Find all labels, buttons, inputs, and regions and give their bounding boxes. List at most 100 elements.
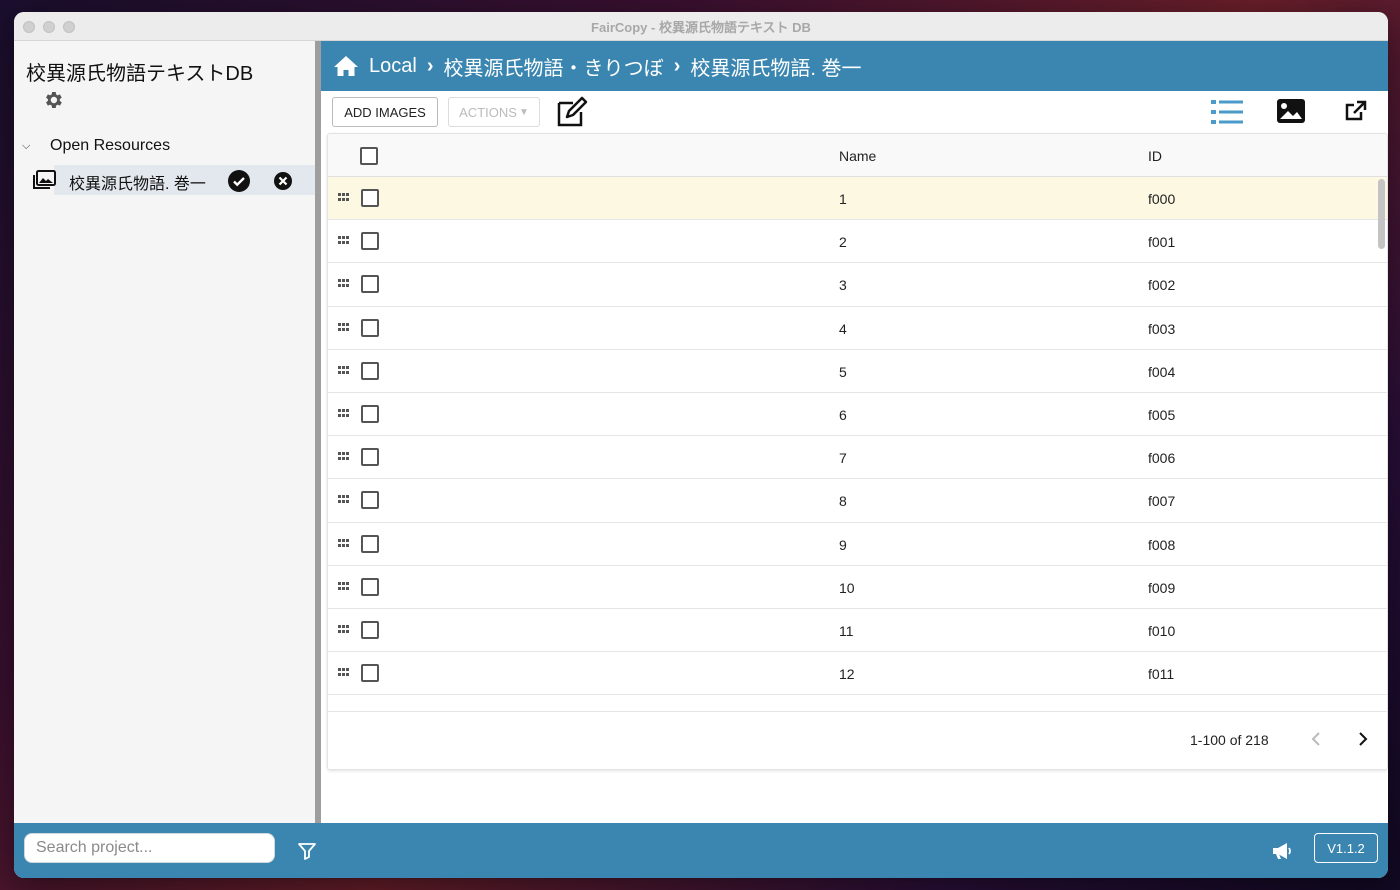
- row-checkbox[interactable]: [361, 189, 379, 207]
- row-name: 3: [839, 277, 847, 294]
- row-name: 2: [839, 234, 847, 251]
- image-view-icon[interactable]: [1276, 98, 1306, 124]
- row-checkbox[interactable]: [361, 232, 379, 251]
- main-panel: Local › 校異源氏物語・きりつぼ › 校異源氏物語. 巻一 ADD IMA…: [321, 41, 1388, 823]
- drag-handle-icon[interactable]: [338, 495, 349, 504]
- row-checkbox[interactable]: [361, 361, 379, 380]
- row-checkbox[interactable]: [361, 318, 379, 337]
- actions-label: ACTIONS: [459, 104, 517, 120]
- caret-down-icon: ▼: [518, 106, 529, 118]
- row-id: f011: [1148, 666, 1175, 683]
- table-row[interactable]: 3 f002: [328, 263, 1387, 307]
- drag-handle-icon[interactable]: [338, 452, 349, 461]
- chevron-left-icon[interactable]: [1306, 728, 1326, 750]
- row-checkbox[interactable]: [361, 534, 379, 553]
- breadcrumb-item[interactable]: Local: [369, 55, 417, 78]
- drag-handle-icon[interactable]: [338, 624, 349, 633]
- table-row[interactable]: 2 f001: [328, 220, 1387, 264]
- row-id: f005: [1148, 406, 1176, 423]
- edit-icon[interactable]: [555, 95, 589, 129]
- table-row[interactable]: 4 f003: [328, 307, 1387, 350]
- drag-handle-icon[interactable]: [338, 365, 349, 374]
- project-title: 校異源氏物語テキストDB: [26, 63, 254, 85]
- row-name: 11: [839, 622, 854, 639]
- close-icon[interactable]: [273, 171, 293, 191]
- row-name: 9: [839, 536, 847, 553]
- row-id: f003: [1148, 320, 1176, 337]
- drag-handle-icon[interactable]: [338, 322, 349, 331]
- gear-icon[interactable]: [42, 89, 64, 111]
- drag-handle-icon[interactable]: [338, 668, 349, 677]
- pagination: 1-100 of 218: [328, 711, 1387, 769]
- filter-icon[interactable]: [297, 841, 317, 861]
- row-checkbox[interactable]: [361, 491, 379, 510]
- column-header-id[interactable]: ID: [1148, 148, 1162, 164]
- row-checkbox[interactable]: [361, 275, 379, 294]
- row-name: 10: [839, 579, 855, 596]
- select-all-checkbox[interactable]: [360, 147, 378, 165]
- row-name: 4: [839, 320, 847, 337]
- toolbar: ADD IMAGES ACTIONS ▼: [321, 91, 1388, 133]
- table-scrollbar[interactable]: [1378, 179, 1385, 249]
- resource-item[interactable]: 校異源氏物語. 巻一: [14, 165, 315, 195]
- window-title: FairCopy - 校異源氏物語テキスト DB: [591, 19, 811, 35]
- sidebar: 校異源氏物語テキストDB ⌵ Open Resources 校異源氏物語. 巻一: [14, 41, 315, 823]
- row-checkbox[interactable]: [361, 577, 379, 596]
- actions-dropdown[interactable]: ACTIONS ▼: [448, 97, 540, 127]
- row-id: f004: [1148, 363, 1176, 380]
- version-button[interactable]: V1.1.2: [1314, 833, 1378, 863]
- drag-handle-icon[interactable]: [338, 408, 349, 417]
- row-name: 7: [839, 450, 847, 467]
- table-body: 1 f000 2 f001 3 f002 4 f003 5 f004 6 f00…: [328, 177, 1387, 712]
- row-checkbox[interactable]: [361, 448, 379, 467]
- row-id: f001: [1148, 234, 1176, 251]
- external-link-icon[interactable]: [1345, 100, 1367, 122]
- table-row[interactable]: 11 f010: [328, 609, 1387, 653]
- zoom-window-button[interactable]: [63, 21, 75, 33]
- row-name: 8: [839, 493, 847, 510]
- drag-handle-icon[interactable]: [338, 193, 349, 201]
- table-row[interactable]: 5 f004: [328, 350, 1387, 393]
- chevron-down-icon: ⌵: [22, 139, 31, 152]
- row-id: f002: [1148, 277, 1176, 294]
- title-bar: FairCopy - 校異源氏物語テキスト DB: [14, 12, 1388, 41]
- drag-handle-icon[interactable]: [338, 279, 349, 288]
- table-row[interactable]: 9 f008: [328, 523, 1387, 566]
- open-resources-toggle[interactable]: ⌵ Open Resources: [22, 137, 170, 155]
- breadcrumb-item[interactable]: 校異源氏物語. 巻一: [690, 52, 861, 81]
- table-header: Name ID: [328, 134, 1387, 177]
- table-row[interactable]: 7 f006: [328, 436, 1387, 480]
- breadcrumb-item[interactable]: 校異源氏物語・きりつぼ: [443, 52, 663, 81]
- footer-bar: V1.1.2: [14, 823, 1388, 878]
- add-images-button[interactable]: ADD IMAGES: [332, 97, 438, 127]
- row-id: f008: [1148, 536, 1176, 553]
- image-collection-icon: [33, 170, 56, 189]
- drag-handle-icon[interactable]: [338, 236, 349, 245]
- minimize-window-button[interactable]: [43, 21, 55, 33]
- check-circle-icon[interactable]: [227, 169, 251, 193]
- search-input[interactable]: [24, 833, 275, 863]
- chevron-right-icon: ›: [426, 54, 434, 77]
- row-checkbox[interactable]: [361, 620, 379, 639]
- row-id: f009: [1148, 579, 1176, 596]
- home-icon[interactable]: [333, 54, 359, 78]
- table-row[interactable]: 12 f011: [328, 652, 1387, 696]
- table-row[interactable]: 6 f005: [328, 393, 1387, 437]
- table-row[interactable]: 1 f000: [328, 177, 1387, 221]
- breadcrumb: Local › 校異源氏物語・きりつぼ › 校異源氏物語. 巻一: [321, 41, 1388, 91]
- megaphone-icon[interactable]: [1270, 839, 1294, 863]
- close-window-button[interactable]: [23, 21, 35, 33]
- row-id: f006: [1148, 450, 1176, 467]
- row-checkbox[interactable]: [361, 664, 379, 683]
- images-table: Name ID 1 f000 2 f001 3 f002 4 f003 5 f0…: [327, 133, 1388, 770]
- drag-handle-icon[interactable]: [338, 538, 349, 547]
- table-row[interactable]: 8 f007: [328, 479, 1387, 523]
- row-name: 1: [839, 191, 847, 207]
- column-header-name[interactable]: Name: [839, 148, 876, 164]
- row-name: 5: [839, 363, 847, 380]
- table-row[interactable]: 10 f009: [328, 566, 1387, 609]
- chevron-right-icon[interactable]: [1353, 728, 1373, 750]
- list-view-icon[interactable]: [1211, 99, 1243, 125]
- drag-handle-icon[interactable]: [338, 581, 349, 590]
- row-checkbox[interactable]: [361, 404, 379, 423]
